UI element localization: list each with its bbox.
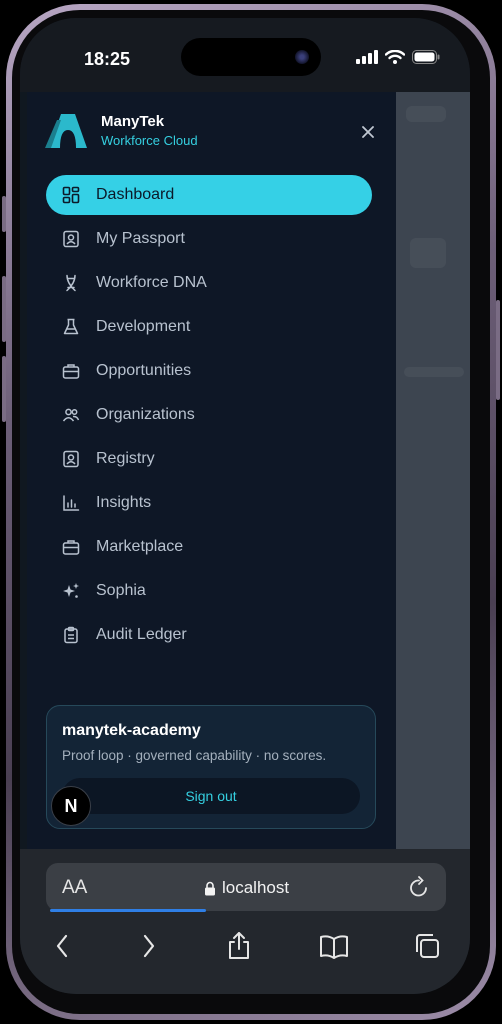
status-bar: 18:25 bbox=[20, 18, 470, 92]
action-button bbox=[2, 196, 6, 232]
bookmarks-icon[interactable] bbox=[318, 931, 350, 961]
back-icon[interactable] bbox=[53, 931, 73, 961]
sidebar-item-development[interactable]: Development bbox=[46, 307, 372, 347]
page-load-progress bbox=[50, 909, 206, 912]
sparkles-icon bbox=[62, 582, 80, 600]
sidebar-item-sophia[interactable]: Sophia bbox=[46, 571, 372, 611]
text-size-button[interactable]: AA bbox=[62, 877, 87, 899]
sidebar-item-organizations[interactable]: Organizations bbox=[46, 395, 372, 435]
status-time: 18:25 bbox=[84, 49, 131, 69]
sidebar-item-marketplace[interactable]: Marketplace bbox=[46, 527, 372, 567]
id-card-icon bbox=[62, 450, 80, 468]
brand-name: ManyTek bbox=[101, 112, 165, 130]
tabs-icon[interactable] bbox=[412, 931, 442, 961]
sidebar-item-my-passport[interactable]: My Passport bbox=[46, 219, 372, 259]
briefcase-icon bbox=[62, 538, 80, 556]
page-backdrop[interactable] bbox=[396, 92, 470, 849]
sign-out-button[interactable]: Sign out bbox=[62, 778, 360, 814]
camera-icon bbox=[295, 50, 309, 64]
lock-icon bbox=[205, 881, 215, 895]
sidebar-item-label: Workforce DNA bbox=[96, 274, 207, 291]
sidebar-item-label: Development bbox=[96, 318, 191, 335]
users-icon bbox=[62, 406, 80, 424]
forward-icon[interactable] bbox=[138, 931, 158, 961]
brand-subtitle: Workforce Cloud bbox=[101, 132, 198, 148]
flask-icon bbox=[62, 318, 80, 336]
manytek-logo-icon bbox=[45, 114, 87, 148]
avatar[interactable]: N bbox=[51, 786, 91, 826]
sidebar-item-label: Insights bbox=[96, 494, 152, 511]
backdrop-text bbox=[404, 367, 464, 377]
account-name: manytek-academy bbox=[62, 722, 201, 739]
briefcase-icon bbox=[62, 362, 80, 380]
sidebar-item-label: Dashboard bbox=[96, 186, 175, 203]
account-tagline: Proof loop · governed capability · no sc… bbox=[62, 748, 327, 763]
bar-chart-icon bbox=[62, 494, 80, 512]
dna-icon bbox=[62, 274, 80, 292]
power-button bbox=[496, 300, 500, 400]
backdrop-text bbox=[406, 106, 446, 122]
battery-icon bbox=[412, 50, 440, 64]
sidebar-item-opportunities[interactable]: Opportunities bbox=[46, 351, 372, 391]
sidebar-item-label: Marketplace bbox=[96, 538, 184, 555]
share-icon[interactable] bbox=[226, 931, 252, 961]
volume-up-button bbox=[2, 276, 6, 342]
status-icons bbox=[356, 50, 440, 64]
sidebar-item-label: Registry bbox=[96, 450, 155, 467]
screen: 18:25 ManyTek Workforce Cloud Dashboard … bbox=[20, 18, 470, 994]
nav-menu: Dashboard My Passport Workforce DNA Deve… bbox=[46, 175, 372, 659]
address-bar[interactable]: AA localhost bbox=[46, 863, 446, 911]
reload-icon[interactable] bbox=[408, 875, 430, 899]
account-card: manytek-academy Proof loop · governed ca… bbox=[46, 705, 376, 829]
sidebar-item-dashboard[interactable]: Dashboard bbox=[46, 175, 372, 215]
dynamic-island bbox=[181, 38, 321, 76]
grid-icon bbox=[62, 186, 80, 204]
sidebar-item-workforce-dna[interactable]: Workforce DNA bbox=[46, 263, 372, 303]
browser-toolbar: AA localhost bbox=[20, 849, 470, 994]
id-card-icon bbox=[62, 230, 80, 248]
nav-drawer: ManyTek Workforce Cloud Dashboard My Pas… bbox=[27, 92, 396, 849]
clipboard-icon bbox=[62, 626, 80, 644]
sidebar-item-label: Opportunities bbox=[96, 362, 192, 379]
brand[interactable]: ManyTek Workforce Cloud bbox=[45, 112, 198, 148]
sidebar-item-label: Organizations bbox=[96, 406, 195, 423]
backdrop-heading bbox=[410, 238, 446, 268]
signal-icon bbox=[356, 50, 378, 64]
sidebar-item-label: Audit Ledger bbox=[96, 626, 187, 643]
sidebar-item-insights[interactable]: Insights bbox=[46, 483, 372, 523]
close-icon[interactable] bbox=[360, 124, 376, 140]
sidebar-item-label: Sophia bbox=[96, 582, 146, 599]
sidebar-item-audit-ledger[interactable]: Audit Ledger bbox=[46, 615, 372, 655]
url-display[interactable]: localhost bbox=[204, 878, 289, 898]
wifi-icon bbox=[385, 50, 405, 64]
sidebar-item-label: My Passport bbox=[96, 230, 185, 247]
browser-nav bbox=[20, 931, 470, 971]
volume-down-button bbox=[2, 356, 6, 422]
url-text: localhost bbox=[222, 878, 290, 897]
sidebar-item-registry[interactable]: Registry bbox=[46, 439, 372, 479]
